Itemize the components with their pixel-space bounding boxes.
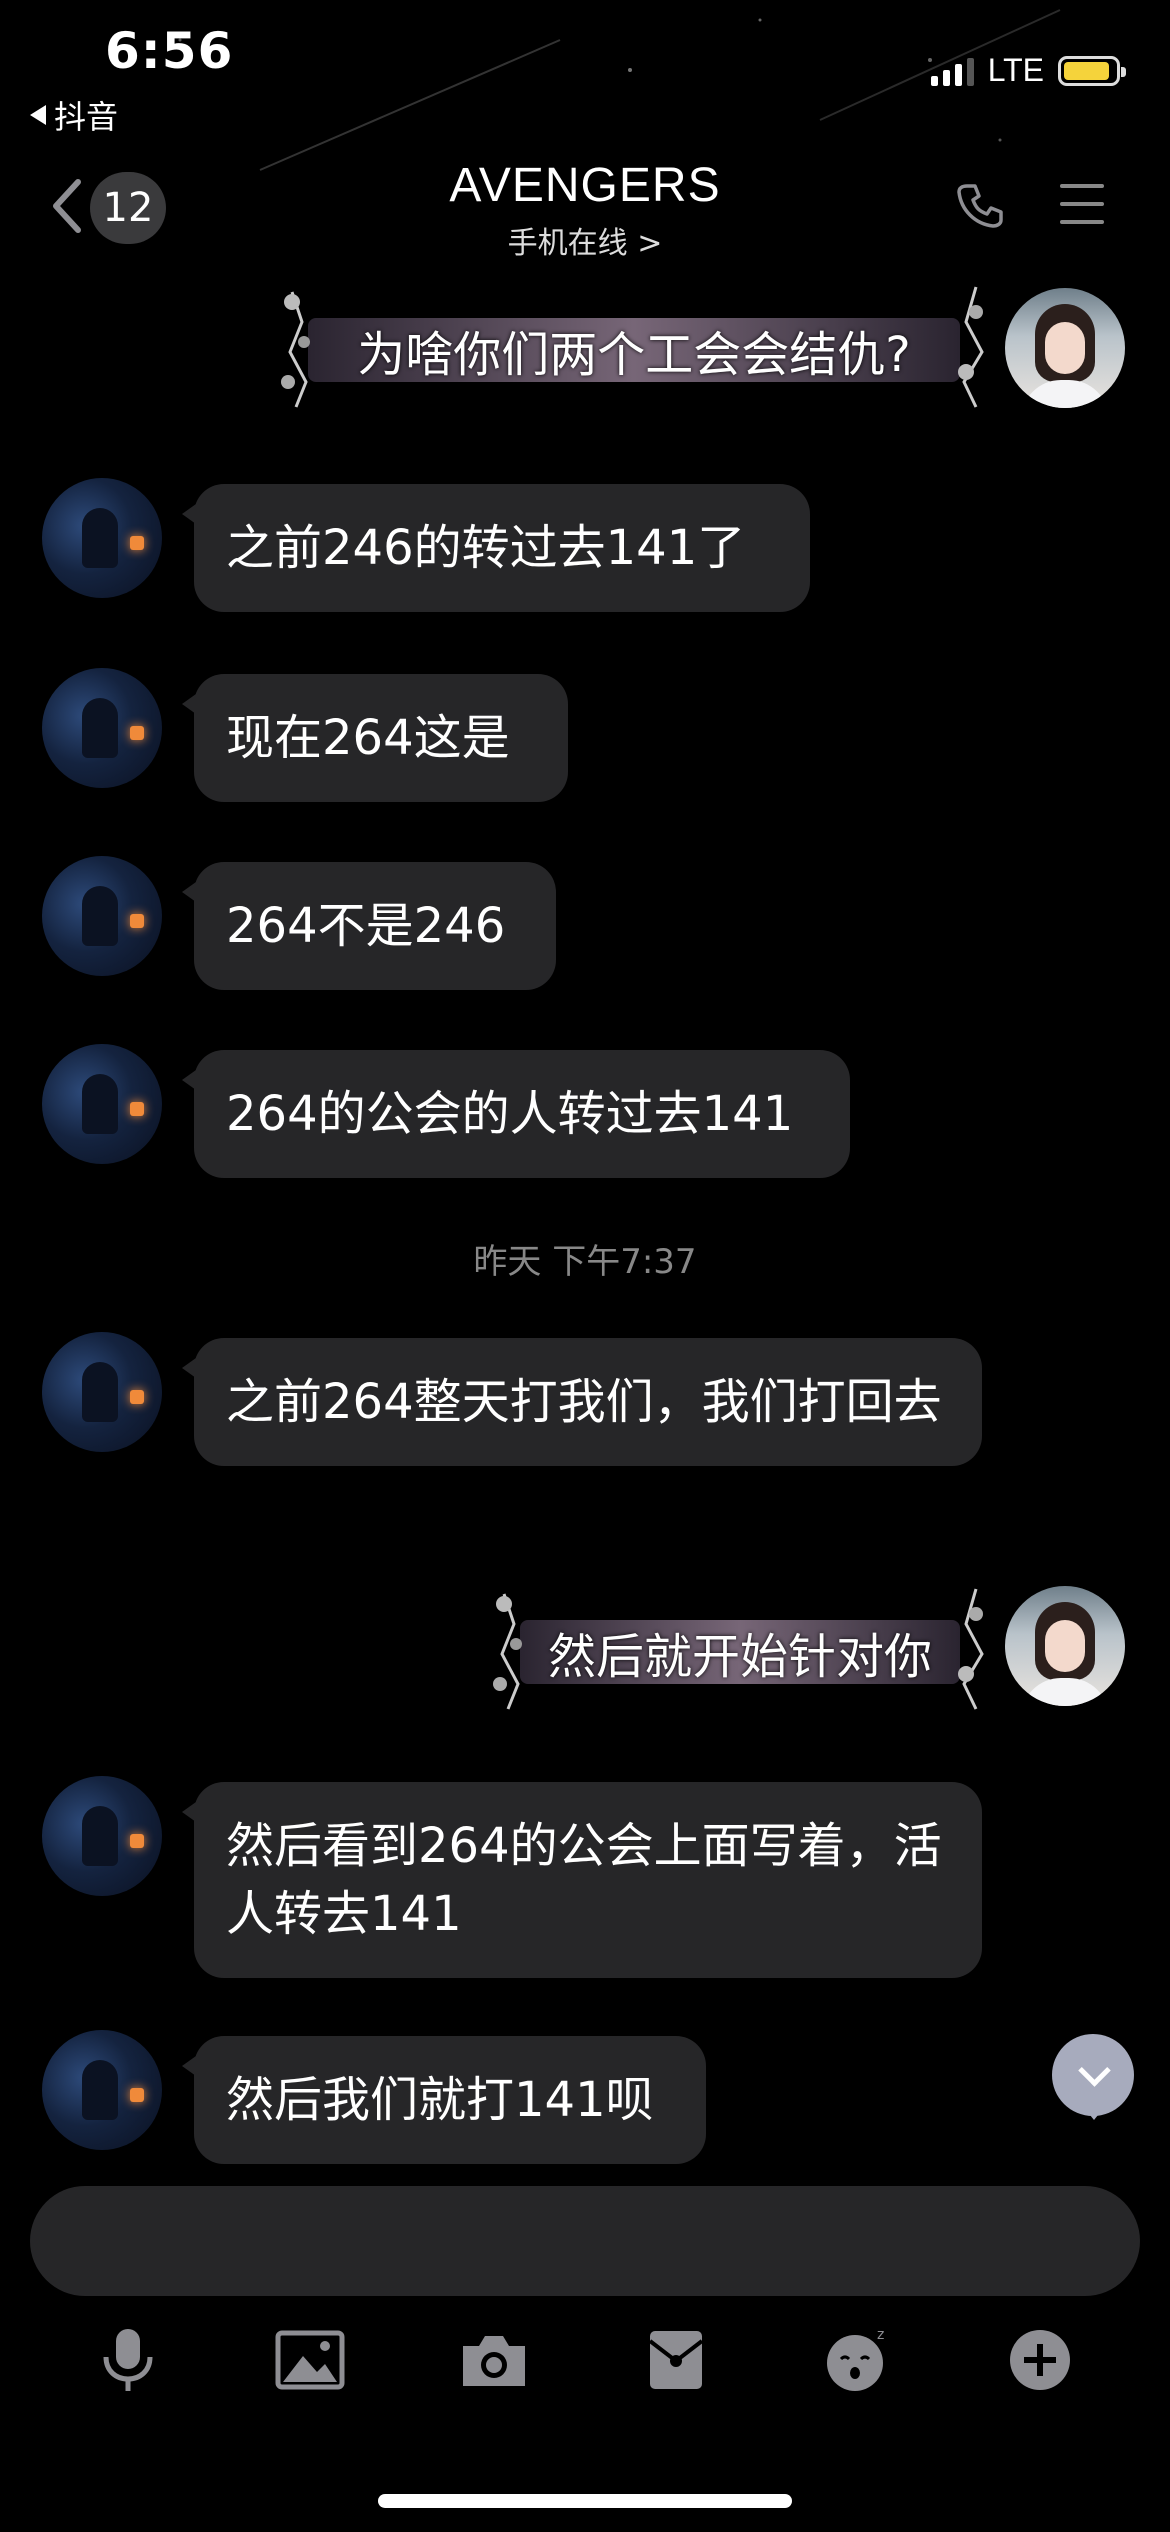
- received-message-bubble[interactable]: 之前264整天打我们，我们打回去: [182, 1338, 982, 1466]
- message-text: 然后就开始针对你: [547, 1629, 932, 1685]
- message-text: 264不是246: [226, 898, 506, 954]
- message-text: 现在264这是: [226, 710, 510, 766]
- bubble-branch-decoration-icon: [958, 286, 984, 408]
- received-message-bubble[interactable]: 然后我们就打141呗: [182, 2036, 706, 2164]
- menu-icon[interactable]: [1060, 184, 1104, 228]
- phone-call-icon[interactable]: [955, 180, 1005, 230]
- home-indicator[interactable]: [378, 2494, 792, 2508]
- contact-avatar[interactable]: [42, 668, 162, 788]
- bubble-branch-decoration-icon: [958, 1588, 984, 1710]
- bubble-frost-decoration-icon: [493, 1593, 522, 1710]
- contact-avatar[interactable]: [42, 478, 162, 598]
- contact-avatar[interactable]: [42, 856, 162, 976]
- contact-avatar[interactable]: [42, 1044, 162, 1164]
- input-toolbar: z: [0, 2320, 1170, 2400]
- back-to-app-link[interactable]: 抖音: [30, 92, 118, 138]
- emoji-icon[interactable]: z: [818, 2320, 898, 2400]
- contact-avatar[interactable]: [42, 1776, 162, 1896]
- my-avatar[interactable]: [1005, 1586, 1125, 1706]
- received-message-bubble[interactable]: 现在264这是: [182, 674, 568, 802]
- mic-icon[interactable]: [88, 2320, 168, 2400]
- my-message-bubble[interactable]: 为啥你们两个工会会结仇?: [268, 286, 1000, 408]
- status-indicators: LTE: [930, 52, 1126, 89]
- message-text: 264的公会的人转过去141: [226, 1086, 794, 1142]
- message-text: 之前264整天打我们，我们打回去: [226, 1374, 942, 1430]
- my-message-bubble[interactable]: 然后就开始针对你: [480, 1588, 1000, 1710]
- bubble-frost-decoration-icon: [281, 291, 310, 408]
- svg-text:z: z: [877, 2327, 884, 2343]
- signal-strength-icon: [930, 56, 974, 86]
- network-type: LTE: [987, 52, 1044, 88]
- contact-avatar[interactable]: [42, 1332, 162, 1452]
- received-message-bubble[interactable]: 之前246的转过去141了: [182, 484, 810, 612]
- scroll-to-bottom-button[interactable]: [1052, 2034, 1134, 2120]
- message-text: 为啥你们两个工会会结仇?: [357, 327, 911, 383]
- image-icon[interactable]: [270, 2320, 350, 2400]
- message-input[interactable]: [30, 2186, 1140, 2296]
- battery-icon: [1058, 55, 1126, 86]
- camera-icon[interactable]: [454, 2320, 534, 2400]
- message-text: 之前246的转过去141了: [226, 520, 746, 576]
- message-text: 然后我们就打141呗: [226, 2072, 654, 2128]
- back-app-label: 抖音: [54, 98, 119, 136]
- plus-icon[interactable]: [1000, 2320, 1080, 2400]
- received-message-bubble[interactable]: 264不是246: [182, 862, 556, 990]
- back-triangle-icon: [30, 105, 46, 125]
- received-message-bubble[interactable]: 然后看到264的公会上面写着，活人转去141: [182, 1782, 982, 1978]
- message-timestamp: 昨天 下午7:37: [473, 1242, 697, 1282]
- received-message-bubble[interactable]: 264的公会的人转过去141: [182, 1050, 850, 1178]
- message-text: 然后看到264的公会上面写着，活人转去141: [226, 1818, 942, 1942]
- my-avatar[interactable]: [1005, 288, 1125, 408]
- status-time: 6:56: [105, 22, 234, 80]
- contact-avatar[interactable]: [42, 2030, 162, 2150]
- red-packet-icon[interactable]: [636, 2320, 716, 2400]
